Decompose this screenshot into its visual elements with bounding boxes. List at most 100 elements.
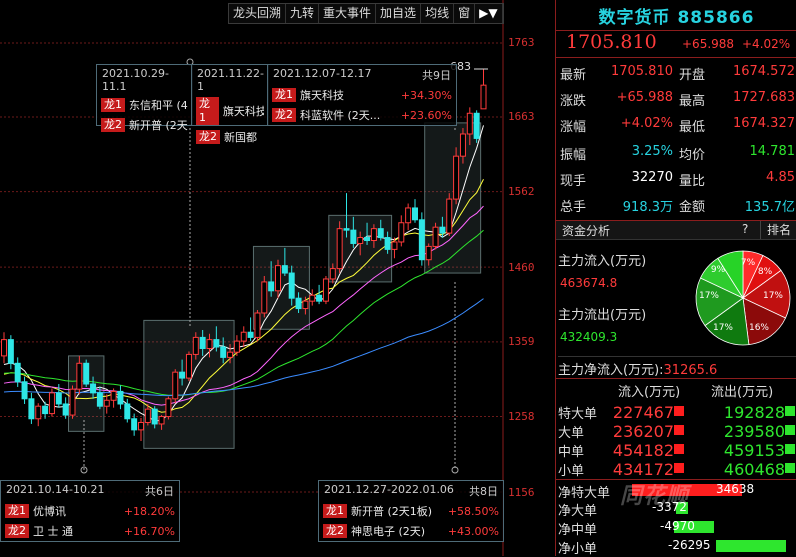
candle-body: [124, 403, 131, 420]
dragon-stock-name: 旗天科技: [222, 105, 264, 118]
dragon-box-2[interactable]: 2021.11.22-1 龙1 旗天科技 龙2 新国都: [191, 64, 269, 144]
quote-label: 振幅: [560, 148, 587, 163]
dragon-stock-name: 科蓝软件 (2天...: [300, 109, 381, 122]
candle-body: [55, 392, 62, 405]
quote-value: 135.7亿: [744, 200, 795, 215]
candle-body: [158, 416, 165, 425]
inflow-bar: [674, 444, 684, 454]
candle-body: [432, 226, 439, 247]
dragon-tag: 龙1: [272, 88, 296, 102]
candle-body: [343, 228, 350, 231]
dragon-pct: +18.20%: [123, 504, 175, 518]
candle-body: [179, 371, 186, 379]
candle-body: [110, 390, 117, 401]
dragon-box-date: 2021.10.29-11.1: [102, 67, 169, 93]
dragon-box-count: 共6日: [145, 485, 174, 498]
candle-body: [316, 294, 323, 302]
watermark-logo: 同花顺: [620, 484, 690, 509]
pie-label: 9%: [711, 265, 726, 275]
quote-label: 量比: [679, 174, 706, 189]
price-change-pct: +4.02%: [742, 37, 791, 51]
quote-row: 涨幅 +4.02% 最低 1674.327: [556, 112, 796, 138]
dragon-box-date: 2021.12.07-12.17: [273, 67, 372, 80]
chevron-down-icon[interactable]: ▶▼: [475, 4, 503, 23]
dragon-tag: 龙1: [196, 97, 219, 125]
candle-body: [480, 84, 487, 110]
candle-body: [322, 278, 329, 302]
table-row: 中单 454182 459153: [556, 439, 796, 460]
tool-moving-average[interactable]: 均线: [421, 4, 455, 23]
candle-body: [7, 339, 14, 364]
quote-row: 现手 32270 量比 4.85: [556, 166, 796, 192]
dragon-box-count: 共9日: [422, 69, 451, 82]
quote-label: 涨幅: [560, 120, 587, 135]
candle-body: [172, 371, 179, 400]
dragon-stock-name: 东信和平 (4: [129, 99, 188, 112]
quote-value: 4.85: [766, 170, 795, 185]
quote-value: 1674.327: [732, 116, 795, 131]
candle-body: [14, 362, 21, 383]
tool-nine-turn[interactable]: 九转: [286, 4, 320, 23]
quote-value: 14.781: [749, 144, 796, 159]
candle-body: [227, 351, 234, 358]
dragon-box-count: 共8日: [469, 485, 498, 498]
quote-row: 振幅 3.25% 均价 14.781: [556, 140, 796, 166]
y-axis-label: 1663: [508, 110, 535, 123]
main-outflow-label: 主力流出(万元): [558, 308, 647, 323]
main-inflow-label: 主力流入(万元): [558, 254, 647, 269]
candle-body: [131, 418, 138, 431]
candle-body: [364, 237, 371, 242]
candle-body: [453, 155, 460, 200]
outflow-bar: [785, 444, 795, 454]
dragon-stock-name: 旗天科技: [300, 89, 344, 102]
outflow-bar: [785, 425, 795, 435]
candle-body: [220, 346, 227, 358]
candle-body: [90, 383, 97, 394]
pie-label: 7%: [741, 258, 756, 268]
quote-row: 涨跌 +65.988 最高 1727.683: [556, 86, 796, 112]
candle-body: [42, 405, 49, 415]
kline-chart-area[interactable]: 龙头回溯 九转 重大事件 加自选 均线 窗 ▶▼ 683 2021.10.29-…: [0, 0, 504, 556]
help-icon[interactable]: ?: [742, 222, 748, 236]
candle-body: [96, 392, 103, 407]
tool-major-events[interactable]: 重大事件: [319, 4, 377, 23]
quote-label: 开盘: [679, 68, 706, 83]
candle-body: [268, 281, 275, 292]
inflow-bar: [674, 425, 684, 435]
dragon-box-3[interactable]: 2021.12.07-12.17 共9日 龙1 旗天科技 +34.30% 龙2 科蓝软件…: [267, 64, 457, 126]
main-net-inflow: 主力净流入(万元):31265.6: [558, 356, 796, 378]
tool-dragon-review[interactable]: 龙头回溯: [229, 4, 287, 23]
fund-pie-chart[interactable]: 7%8% 17% 16% 17% 17% 9%: [693, 248, 793, 348]
dragon-box-date: 2021.12.27-2022.01.06: [324, 483, 454, 496]
dragon-pct: +34.30%: [400, 88, 452, 102]
dragon-box-4[interactable]: 2021.10.14-10.21 共6日 龙1 优博讯 +18.20% 龙2 卫 士 通…: [0, 480, 180, 542]
dragon-tag: 龙2: [272, 108, 296, 122]
pie-label: 17%: [699, 291, 719, 301]
candle-body: [21, 381, 28, 400]
chart-toolbar: 龙头回溯 九转 重大事件 加自选 均线 窗 ▶▼: [228, 3, 504, 24]
dragon-pct: +23.60%: [400, 108, 452, 122]
candle-body: [377, 228, 384, 239]
dragon-zone: [424, 122, 482, 274]
tool-add-watchlist[interactable]: 加自选: [376, 4, 422, 23]
dragon-tag: 龙2: [101, 118, 125, 132]
net-row: 净小单 -26295: [556, 536, 796, 557]
y-axis-label: 1562: [508, 185, 535, 198]
dragon-stock-name: 新国都: [224, 131, 257, 144]
rank-button[interactable]: 排名: [760, 221, 791, 239]
dragon-box-1[interactable]: 2021.10.29-11.1 龙1 东信和平 (4 龙2 新开普 (2天: [96, 64, 193, 132]
table-row: 特大单 227467 192828: [556, 401, 796, 422]
candle-body: [28, 398, 35, 420]
tool-window[interactable]: 窗: [454, 4, 476, 23]
candle-body: [302, 300, 309, 310]
candle-body: [412, 207, 418, 221]
candle-body: [1, 339, 7, 357]
candle-body: [473, 112, 480, 139]
quote-label: 最低: [679, 120, 706, 135]
candle-body: [165, 398, 172, 418]
row-name: 小单: [558, 464, 585, 479]
candle-body: [459, 133, 466, 157]
candle-body: [425, 245, 432, 261]
y-axis-label: 1156: [508, 486, 535, 499]
dragon-box-5[interactable]: 2021.12.27-2022.01.06 共8日 龙1 新开普 (2天1板) +58…: [318, 480, 504, 542]
